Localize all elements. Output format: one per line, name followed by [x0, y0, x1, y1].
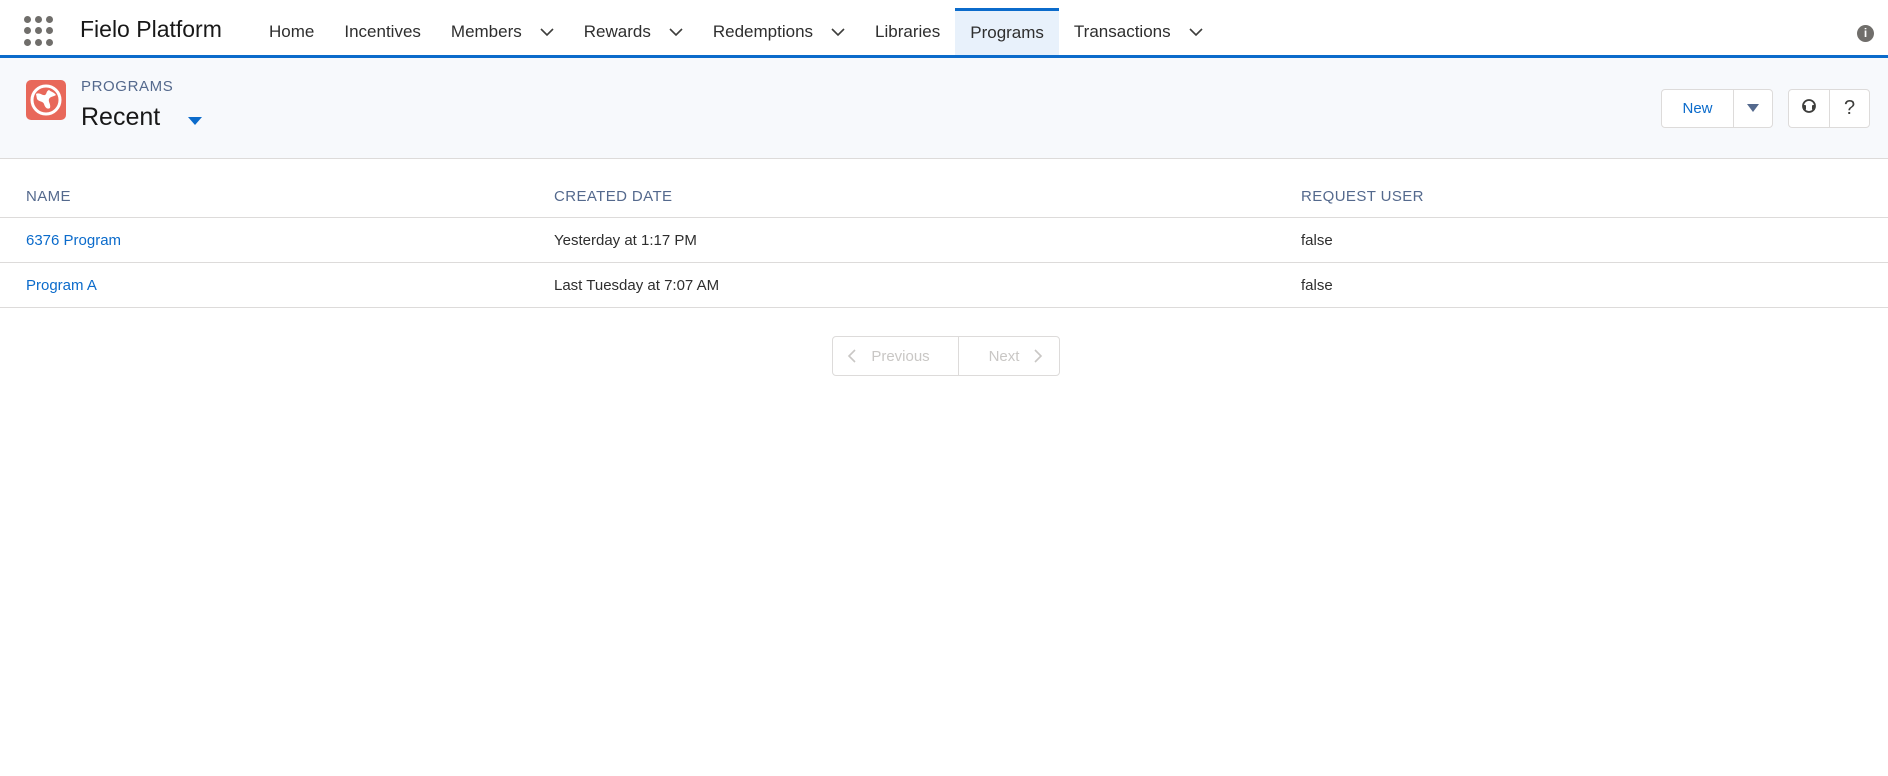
chevron-down-icon[interactable]	[540, 25, 554, 39]
nav-tab-label: Members	[450, 21, 522, 41]
nav-tabs: Home Incentives Members Rewards Redempti…	[254, 8, 1218, 55]
new-menu-button[interactable]	[1734, 90, 1772, 127]
chevron-left-icon	[847, 349, 857, 363]
object-label: PROGRAMS	[81, 78, 174, 95]
caret-down-icon[interactable]	[186, 114, 204, 126]
request-user-cell: false	[1301, 232, 1333, 249]
column-header-name[interactable]: NAME	[26, 188, 71, 205]
chevron-right-icon	[1033, 349, 1043, 363]
app-name: Fielo Platform	[80, 16, 222, 42]
chat-button[interactable]	[1789, 90, 1829, 127]
chat-icon	[1800, 97, 1818, 120]
nav-tab-programs[interactable]: Programs	[955, 8, 1059, 55]
records-table: NAME CREATED DATE REQUEST USER 6376 Prog…	[0, 176, 1888, 308]
nav-tab-label: Redemptions	[712, 21, 814, 41]
help-icon: ?	[1843, 97, 1856, 119]
previous-button[interactable]: Previous	[833, 337, 959, 375]
info-icon[interactable]: i	[1857, 25, 1874, 42]
column-header-request-user[interactable]: REQUEST USER	[1301, 188, 1424, 205]
nav-tab-members[interactable]: Members	[436, 8, 569, 55]
record-name-link[interactable]: 6376 Program	[26, 232, 121, 249]
caret-down-icon	[1746, 100, 1760, 117]
new-button[interactable]: New	[1662, 90, 1734, 127]
request-user-cell: false	[1301, 277, 1333, 294]
nav-tab-incentives[interactable]: Incentives	[329, 8, 436, 55]
created-date-cell: Last Tuesday at 7:07 AM	[554, 277, 720, 294]
nav-tab-transactions[interactable]: Transactions	[1059, 8, 1218, 55]
chevron-down-icon[interactable]	[669, 25, 683, 39]
column-header-created-date[interactable]: CREATED DATE	[554, 188, 672, 205]
nav-tab-libraries[interactable]: Libraries	[860, 8, 955, 55]
previous-label: Previous	[871, 347, 930, 365]
chevron-down-icon[interactable]	[1189, 25, 1203, 39]
created-date-cell: Yesterday at 1:17 PM	[554, 232, 697, 249]
nav-tab-label: Libraries	[875, 21, 941, 41]
list-view-name[interactable]: Recent	[81, 103, 160, 132]
next-label: Next	[988, 347, 1020, 365]
nav-tab-label: Programs	[970, 23, 1044, 42]
help-button[interactable]: ?	[1829, 90, 1869, 127]
list-view-header: PROGRAMS Recent New ?	[0, 58, 1888, 159]
chevron-down-icon[interactable]	[831, 25, 845, 39]
table-row: 6376 Program Yesterday at 1:17 PM false	[0, 218, 1888, 263]
nav-tab-label: Transactions	[1073, 21, 1171, 41]
top-navigation: Fielo Platform Home Incentives Members R…	[0, 0, 1888, 58]
table-header: NAME CREATED DATE REQUEST USER	[0, 176, 1888, 218]
next-button[interactable]: Next	[959, 337, 1059, 375]
nav-tab-label: Incentives	[344, 21, 421, 41]
nav-tab-home[interactable]: Home	[254, 8, 329, 55]
new-button-group: New	[1661, 89, 1773, 128]
globe-icon	[26, 80, 66, 120]
app-launcher-icon[interactable]	[24, 16, 54, 46]
utility-button-group: ?	[1788, 89, 1870, 128]
record-name-link[interactable]: Program A	[26, 277, 97, 294]
nav-tab-label: Home	[269, 21, 315, 41]
nav-tab-redemptions[interactable]: Redemptions	[698, 8, 860, 55]
table-row: Program A Last Tuesday at 7:07 AM false	[0, 263, 1888, 308]
nav-tab-rewards[interactable]: Rewards	[569, 8, 698, 55]
nav-tab-label: Rewards	[583, 21, 651, 41]
pagination: Previous Next	[832, 336, 1060, 376]
